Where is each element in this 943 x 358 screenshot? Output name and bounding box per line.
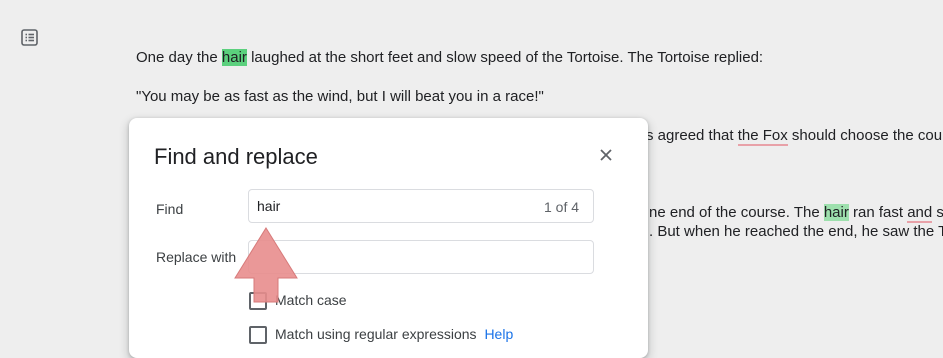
- search-match-current: hair: [221, 49, 247, 66]
- doc-text: ran fast: [848, 204, 908, 221]
- doc-line-5: . But when he reached the end, he saw th…: [649, 223, 943, 240]
- find-input[interactable]: [248, 189, 594, 223]
- regex-option: Match using regular expressions Help: [275, 326, 513, 342]
- close-icon[interactable]: [598, 147, 614, 163]
- doc-text: s agreed that: [646, 127, 738, 144]
- doc-text: should choose the cours: [787, 127, 943, 144]
- doc-text: sto: [936, 204, 943, 221]
- spelling-suggestion: and: [907, 204, 933, 223]
- spelling-suggestion: the Fox: [737, 127, 788, 146]
- find-label: Find: [156, 201, 184, 217]
- regex-label: Match using regular expressions: [275, 326, 477, 342]
- doc-line-3: s agreed that the Fox should choose the …: [646, 127, 943, 146]
- doc-line-4: ne end of the course. The hair ran fast …: [649, 204, 943, 223]
- search-match: hair: [823, 204, 849, 221]
- doc-line-1: One day the hair laughed at the short fe…: [136, 49, 763, 66]
- find-replace-dialog: Find and replace Find 1 of 4 Replace wit…: [129, 118, 648, 358]
- doc-text: ne end of the course. The: [649, 204, 824, 221]
- regex-checkbox[interactable]: [249, 326, 267, 344]
- dialog-title: Find and replace: [154, 144, 318, 169]
- doc-text: One day the: [136, 49, 222, 66]
- replace-label: Replace with: [156, 249, 237, 265]
- match-count: 1 of 4: [544, 199, 580, 215]
- arrow-up-icon: [234, 227, 298, 303]
- doc-text: laughed at the short feet and slow speed…: [246, 49, 764, 66]
- replace-input[interactable]: [248, 240, 594, 274]
- document-outline-icon[interactable]: [20, 28, 42, 48]
- doc-line-2: "You may be as fast as the wind, but I w…: [136, 88, 544, 105]
- help-link[interactable]: Help: [484, 326, 513, 342]
